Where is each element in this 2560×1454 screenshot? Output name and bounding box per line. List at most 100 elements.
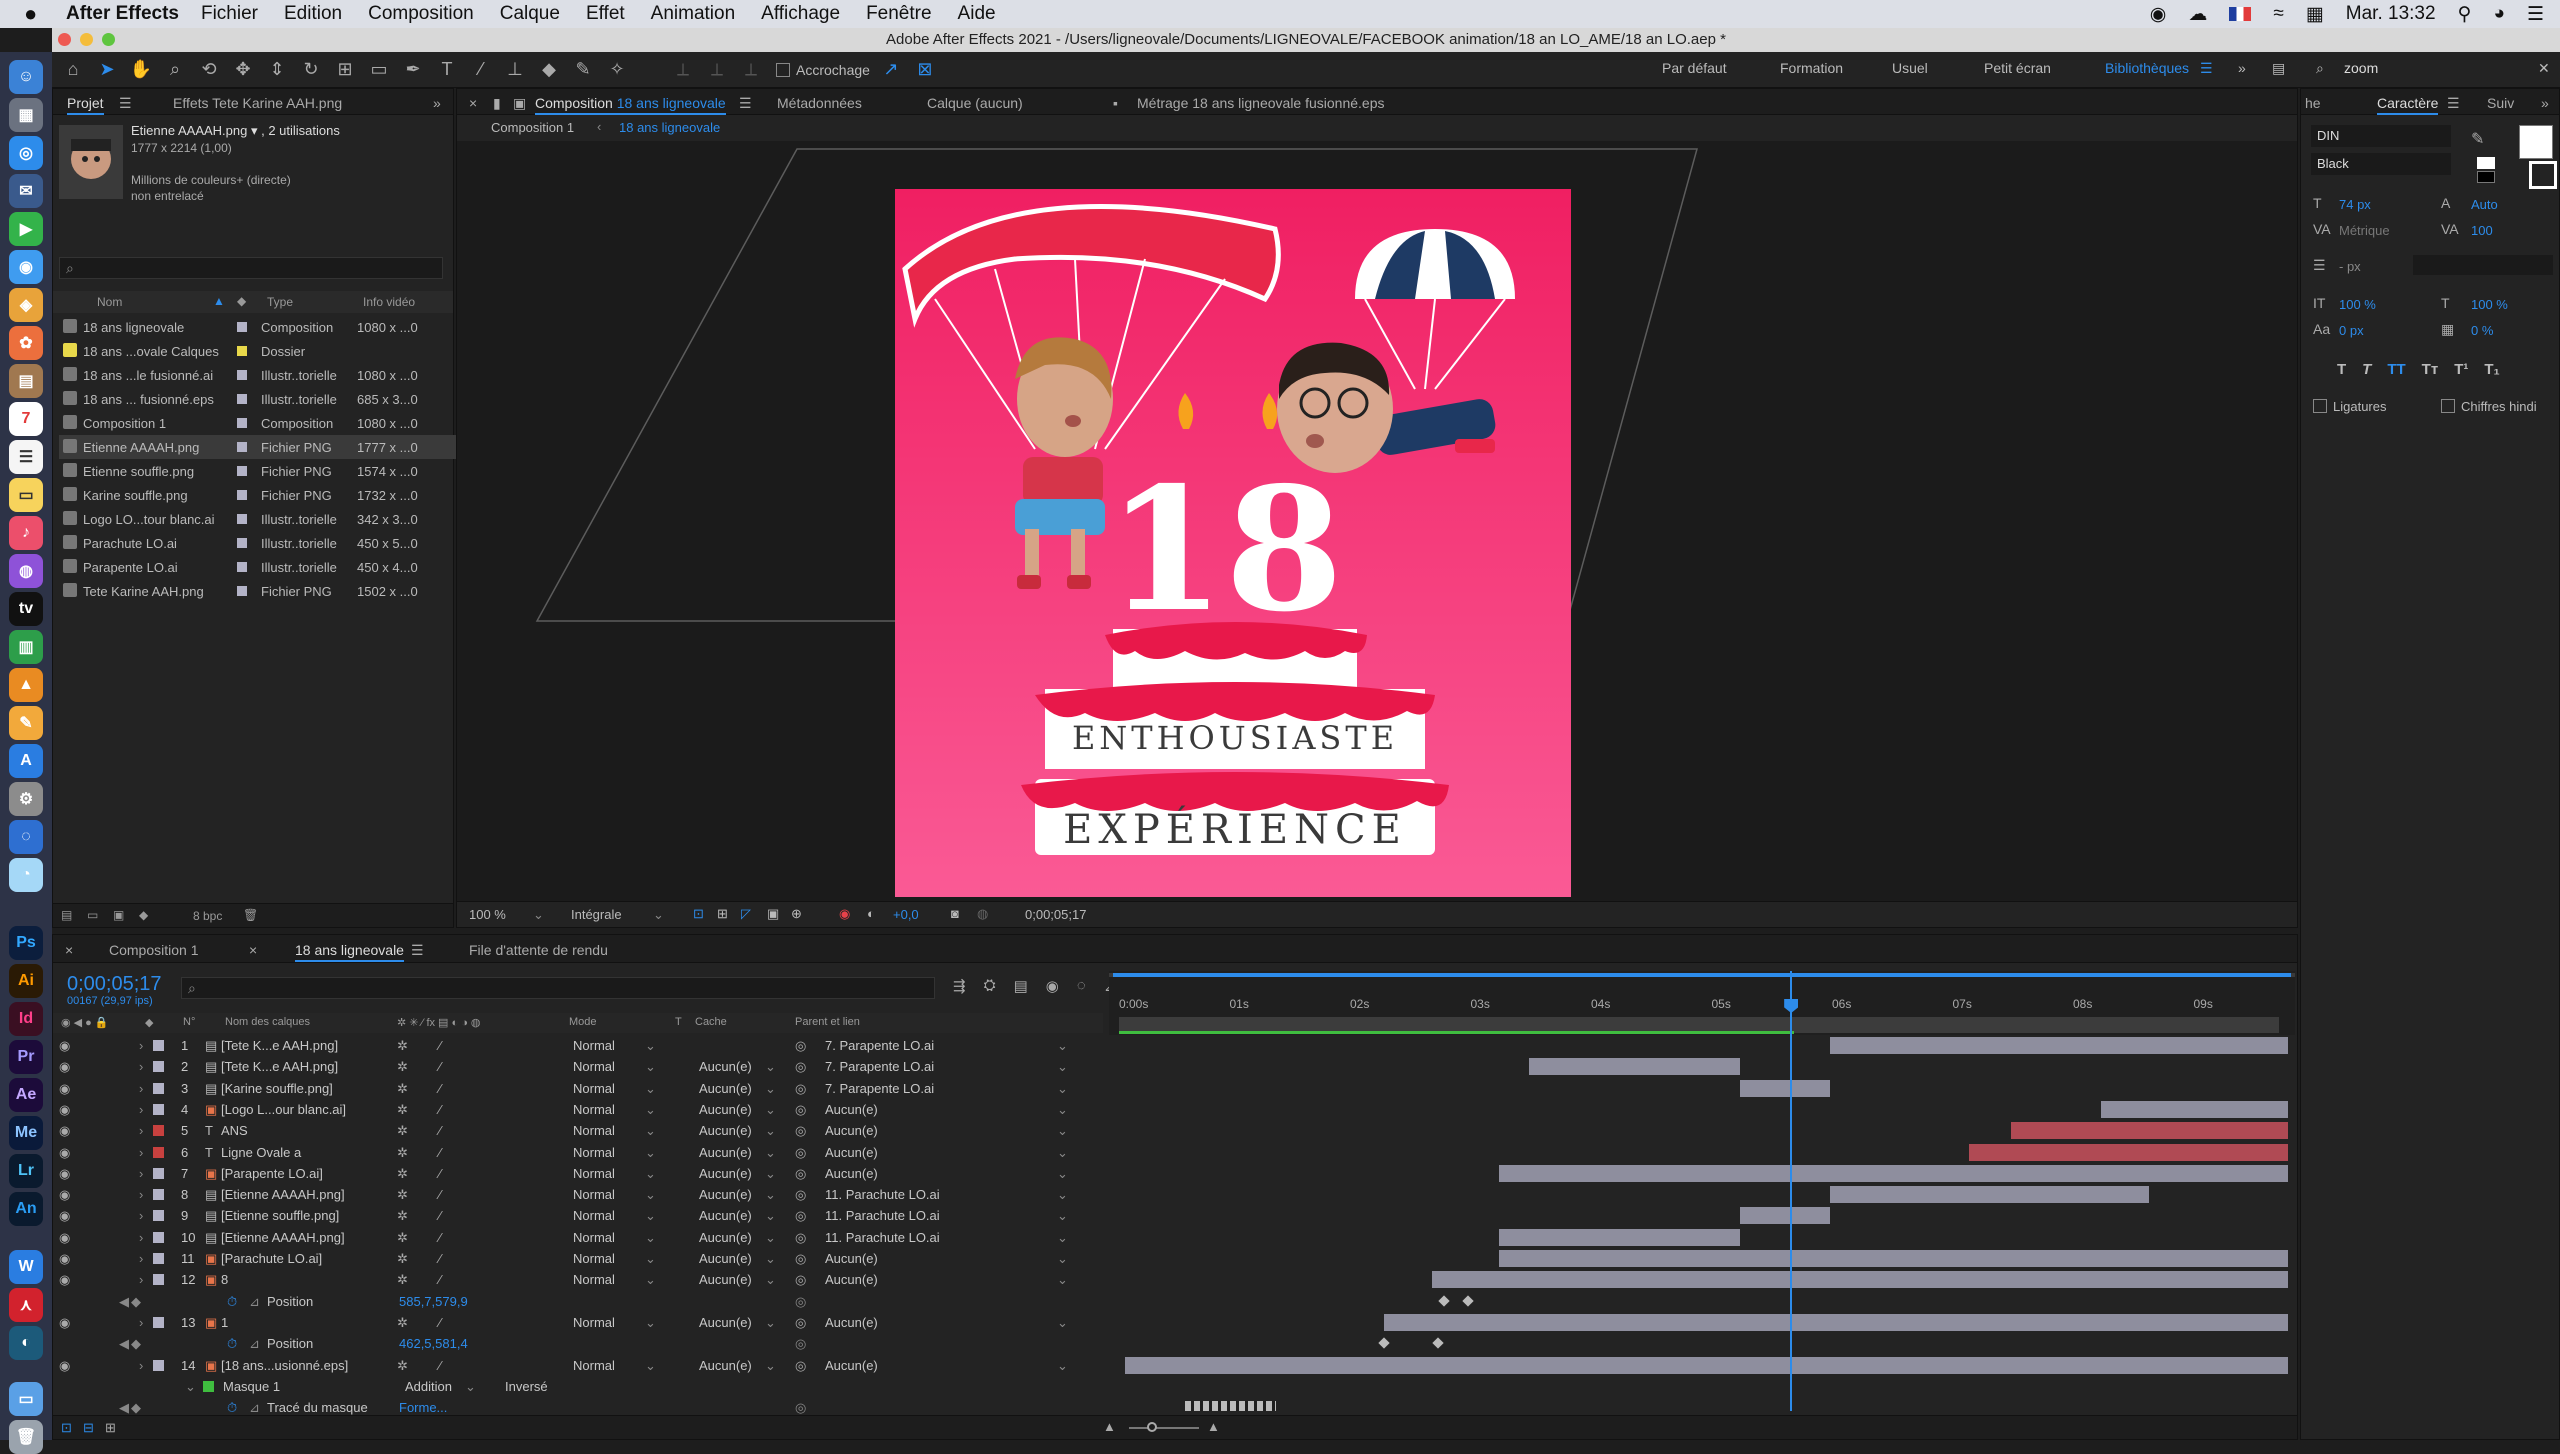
layer-label-swatch[interactable] xyxy=(153,1253,164,1264)
reset-exposure-icon[interactable]: ◐ xyxy=(867,906,875,921)
pick-whip-icon[interactable]: ◎ xyxy=(795,1187,806,1203)
quality-switch-icon[interactable]: ⁄ xyxy=(439,1315,441,1330)
blend-mode-dropdown[interactable]: Normal xyxy=(573,1038,615,1053)
label-swatch[interactable] xyxy=(237,514,247,524)
project-item[interactable]: Composition 1 Composition 1080 x ...0 xyxy=(59,411,499,435)
tab-projet[interactable]: Projet xyxy=(67,95,104,115)
project-item[interactable]: Logo LO...tour blanc.ai Illustr..torielle… xyxy=(59,507,499,531)
timeline-zoom-handle[interactable] xyxy=(1147,1422,1157,1432)
parent-dropdown[interactable]: 11. Parachute LO.ai xyxy=(825,1230,940,1245)
stroke-color-swatch[interactable] xyxy=(2529,161,2557,189)
property-value[interactable]: Forme... xyxy=(399,1400,447,1415)
project-item[interactable]: Tete Karine AAH.png Fichier PNG 1502 x ...… xyxy=(59,579,499,603)
layer-label-swatch[interactable] xyxy=(153,1189,164,1201)
mode-arrow-icon[interactable]: ⌄ xyxy=(645,1166,656,1182)
layer-name[interactable]: 8 xyxy=(221,1272,228,1287)
matte-arrow-icon[interactable]: ⌄ xyxy=(765,1272,776,1288)
pick-whip-icon[interactable]: ◎ xyxy=(795,1038,806,1054)
mask-mode-arrow-icon[interactable]: ⌄ xyxy=(465,1379,476,1395)
label-swatch[interactable] xyxy=(237,418,247,428)
project-item[interactable]: 18 ans ...ovale Calques Dossier xyxy=(59,339,499,363)
add-keyframe-icon[interactable]: ◆ xyxy=(131,1336,141,1352)
grid-options-icon[interactable]: ⊕ xyxy=(791,906,802,922)
expression-pickwhip-icon[interactable]: ◎ xyxy=(795,1336,806,1352)
quality-switch-icon[interactable]: ⁄ xyxy=(439,1230,441,1245)
pen-tool-icon[interactable]: ✒ xyxy=(400,57,426,83)
pick-whip-icon[interactable]: ◎ xyxy=(795,1358,806,1374)
layer-duration-bar[interactable] xyxy=(1498,1228,1740,1246)
matte-arrow-icon[interactable]: ⌄ xyxy=(765,1230,776,1246)
parent-arrow-icon[interactable]: ⌄ xyxy=(1057,1059,1068,1075)
matte-arrow-icon[interactable]: ⌄ xyxy=(765,1187,776,1203)
layer-label-swatch[interactable] xyxy=(153,1167,164,1179)
baseline-value[interactable]: 0 px xyxy=(2339,323,2364,338)
pages-icon[interactable]: ✎ xyxy=(9,706,43,740)
eraser-tool-icon[interactable]: ◆ xyxy=(536,57,562,83)
expression-pickwhip-icon[interactable]: ◎ xyxy=(795,1294,806,1310)
expand-layer-icon[interactable]: › xyxy=(139,1038,143,1053)
workspace-panel-icon[interactable]: ▤ xyxy=(2272,60,2285,77)
show-snapshot-icon[interactable]: ◍ xyxy=(977,906,988,922)
layer-switches-toggle-icon[interactable]: ⊡ xyxy=(61,1420,72,1436)
visibility-icon[interactable]: ◉ xyxy=(59,1272,70,1288)
reminders-icon[interactable]: ☰ xyxy=(9,440,43,474)
parent-arrow-icon[interactable]: ⌄ xyxy=(1057,1081,1068,1097)
matte-arrow-icon[interactable]: ⌄ xyxy=(765,1081,776,1097)
graph-icon[interactable]: ⊿ xyxy=(249,1294,260,1310)
layer-row[interactable]: ◉ › 10 ▤ [Etienne AAAAH.png] ✲ ⁄ Normal ⌄ Aucun(e… xyxy=(53,1227,1105,1248)
parent-dropdown[interactable]: 7. Parapente LO.ai xyxy=(825,1081,934,1096)
notes-icon[interactable]: ▭ xyxy=(9,478,43,512)
expand-layer-icon[interactable]: › xyxy=(139,1059,143,1074)
layer-duration-bar[interactable] xyxy=(1528,1058,1740,1076)
tab-metadonnees[interactable]: Métadonnées xyxy=(777,95,862,111)
layer-name[interactable]: [Parachute LO.ai] xyxy=(221,1251,322,1266)
animate-icon[interactable]: An xyxy=(9,1192,43,1226)
font-style-dropdown[interactable]: Black xyxy=(2311,153,2451,175)
layer-name[interactable]: ANS xyxy=(221,1123,248,1138)
fill-color-swatch[interactable] xyxy=(2519,125,2553,159)
acrobat-icon[interactable]: ⋏ xyxy=(9,1288,43,1322)
parent-dropdown[interactable]: 11. Parachute LO.ai xyxy=(825,1187,940,1202)
shy-switch-icon[interactable]: ✲ xyxy=(397,1251,408,1267)
pick-whip-icon[interactable]: ◎ xyxy=(795,1166,806,1182)
breadcrumb-composition-1[interactable]: Composition 1 xyxy=(491,120,574,135)
black-swatch[interactable] xyxy=(2477,171,2495,183)
mask-path-keyframes[interactable] xyxy=(1185,1401,1276,1412)
parent-dropdown[interactable]: Aucun(e) xyxy=(825,1123,878,1138)
add-keyframe-icon[interactable]: ◆ xyxy=(131,1294,141,1310)
workspace-bibliotheques[interactable]: Bibliothèques xyxy=(2105,60,2189,76)
tab-effets[interactable]: Effets Tete Karine AAH.png xyxy=(173,95,342,111)
mode-arrow-icon[interactable]: ⌄ xyxy=(645,1123,656,1139)
track-matte-dropdown[interactable]: Aucun(e) xyxy=(699,1102,752,1117)
project-item[interactable]: 18 ans ... fusionné.eps Illustr..torielle… xyxy=(59,387,499,411)
media-encoder-icon[interactable]: Me xyxy=(9,1116,43,1150)
keynote-icon[interactable]: ▲ xyxy=(9,668,43,702)
resolution-arrow-icon[interactable]: ⌄ xyxy=(653,907,664,923)
quality-switch-icon[interactable]: ⁄ xyxy=(439,1272,441,1287)
visibility-icon[interactable]: ◉ xyxy=(59,1145,70,1161)
new-comp-icon[interactable]: ▣ xyxy=(113,908,124,922)
stopwatch-icon[interactable]: ⏱ xyxy=(227,1336,237,1352)
layer-label-swatch[interactable] xyxy=(153,1231,164,1243)
project-item[interactable]: Etienne AAAAH.png Fichier PNG 1777 x ...0 xyxy=(59,435,499,459)
blend-mode-dropdown[interactable]: Normal xyxy=(573,1208,615,1223)
layer-row[interactable]: ◉ › 6 T Ligne Ovale a ✲ ⁄ Normal ⌄ Aucun(e) ⌄ ◎ Aucu… xyxy=(53,1142,1105,1163)
blend-mode-dropdown[interactable]: Normal xyxy=(573,1059,615,1074)
timeline-menu-icon[interactable]: ☰ xyxy=(411,942,424,959)
shy-switch-icon[interactable]: ✲ xyxy=(397,1059,408,1075)
snap-checkbox[interactable] xyxy=(776,62,790,77)
composition-artboard[interactable]: 18 ENTHOUSIASTE EXPÉRIENCE xyxy=(895,189,1571,897)
parent-dropdown[interactable]: Aucun(e) xyxy=(825,1315,878,1330)
shy-switch-icon[interactable]: ✲ xyxy=(397,1187,408,1203)
blend-mode-dropdown[interactable]: Normal xyxy=(573,1315,615,1330)
track-matte-dropdown[interactable]: Aucun(e) xyxy=(699,1315,752,1330)
blend-mode-dropdown[interactable]: Normal xyxy=(573,1102,615,1117)
launchpad-icon[interactable]: ▦ xyxy=(9,98,43,132)
matte-arrow-icon[interactable]: ⌄ xyxy=(765,1358,776,1374)
menu-effet[interactable]: Effet xyxy=(586,3,625,25)
shy-switch-icon[interactable]: ✲ xyxy=(397,1038,408,1054)
parent-arrow-icon[interactable]: ⌄ xyxy=(1057,1251,1068,1267)
layer-name[interactable]: [Tete K...e AAH.png] xyxy=(221,1059,338,1074)
quality-switch-icon[interactable]: ⁄ xyxy=(439,1208,441,1223)
contacts-icon[interactable]: ▤ xyxy=(9,364,43,398)
